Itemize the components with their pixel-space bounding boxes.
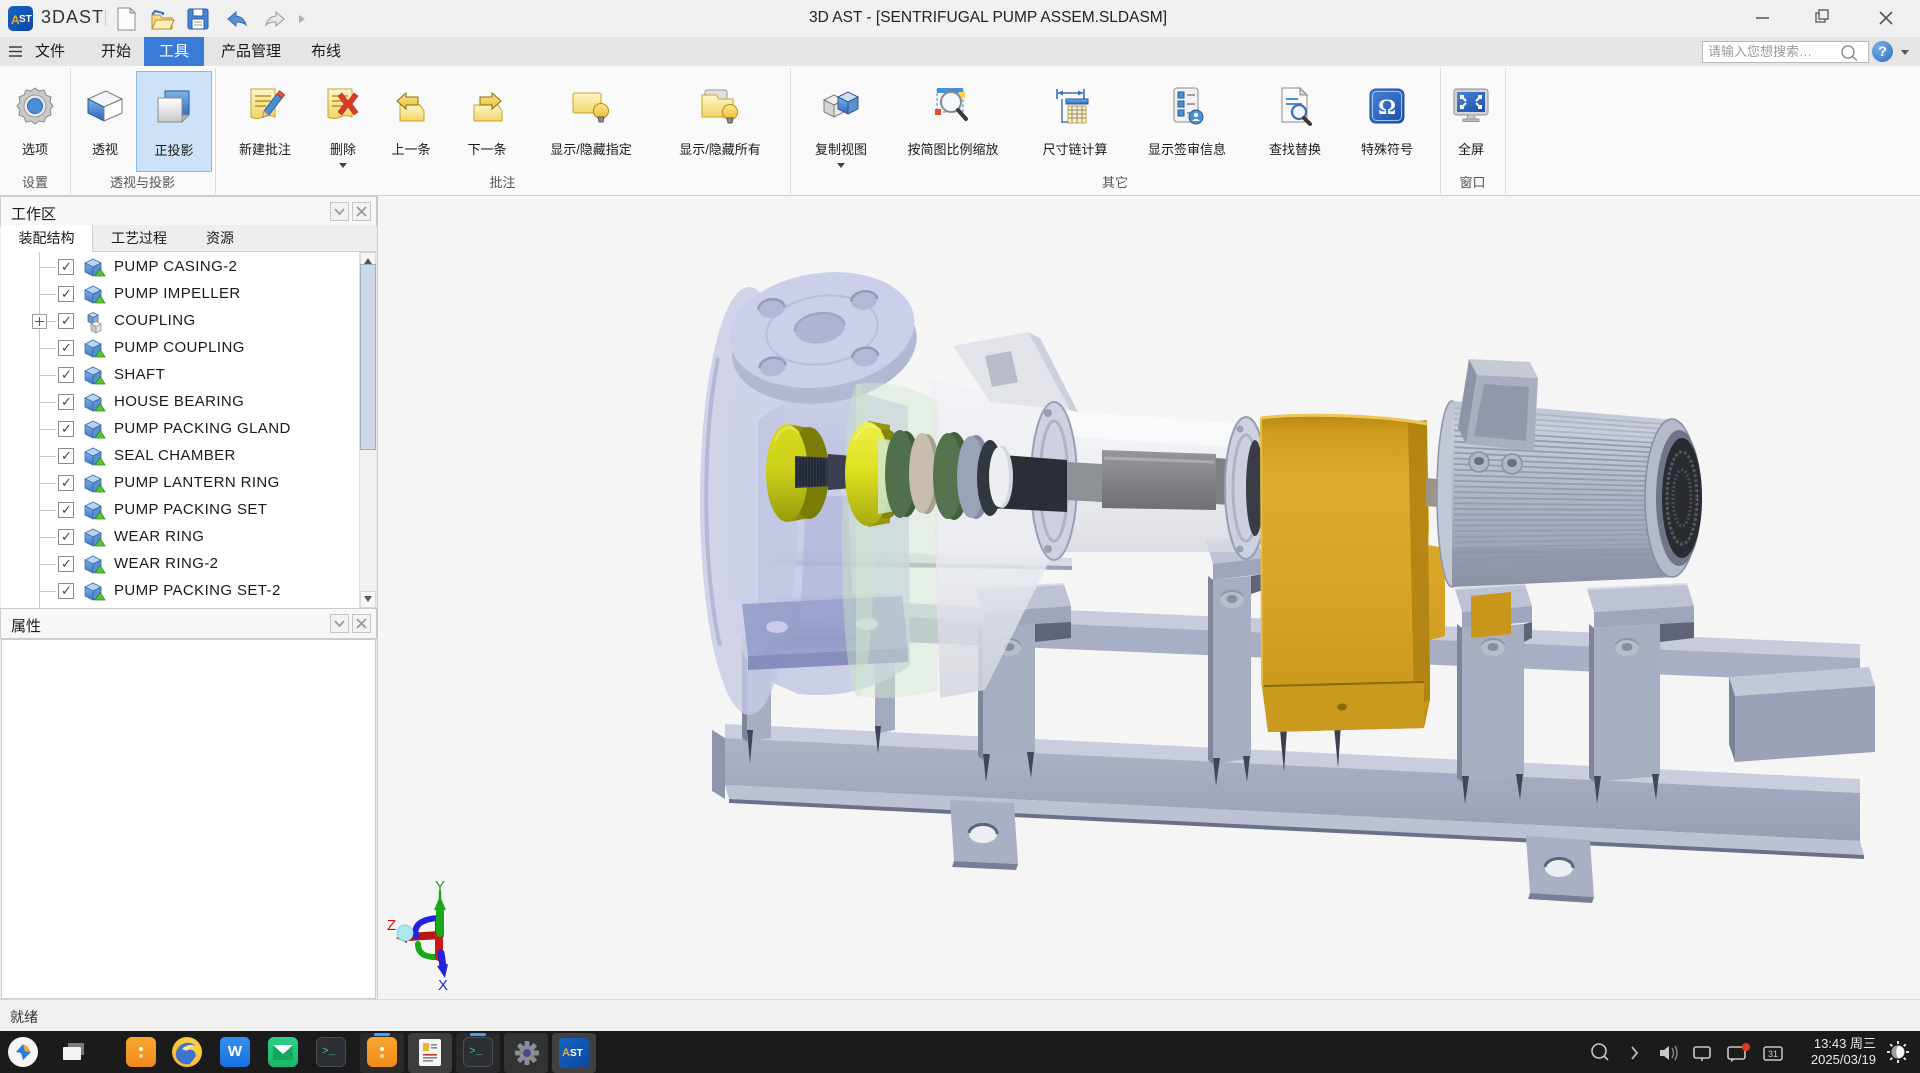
svg-text:31: 31 — [1768, 1049, 1778, 1059]
svg-text:Y: Y — [435, 878, 445, 895]
svg-text:Ω: Ω — [1378, 94, 1396, 119]
svg-text:Z: Z — [387, 917, 396, 934]
svg-text:X: X — [438, 977, 448, 994]
